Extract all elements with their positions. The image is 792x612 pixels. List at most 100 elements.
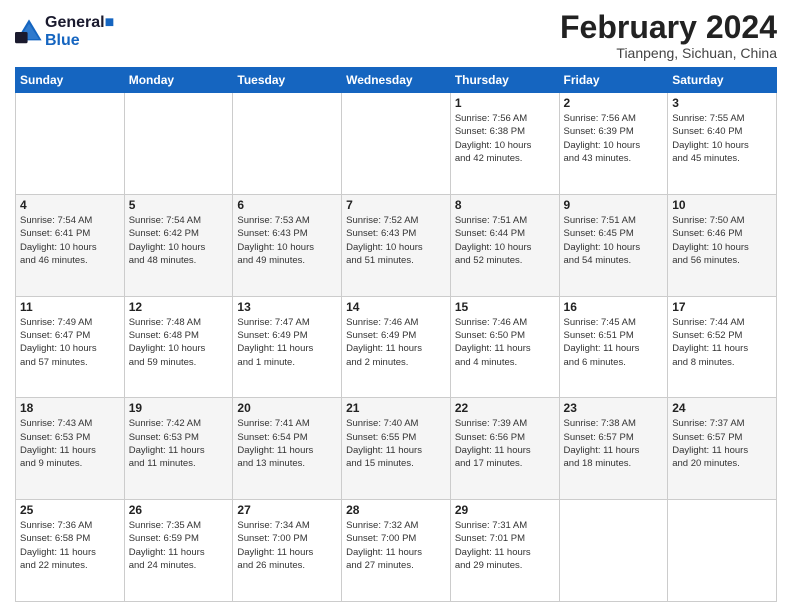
day-info: Sunrise: 7:54 AM Sunset: 6:41 PM Dayligh…: [20, 214, 120, 267]
calendar-day: 13 Sunrise: 7:47 AM Sunset: 6:49 PM Dayli…: [233, 296, 342, 398]
calendar-day: 1Sunrise: 7:56 AM Sunset: 6:38 PM Daylig…: [450, 93, 559, 195]
header-day-tuesday: Tuesday: [233, 68, 342, 93]
calendar-day: 29 Sunrise: 7:31 AM Sunset: 7:01 PM Dayli…: [450, 500, 559, 602]
calendar-day: 24 Sunrise: 7:37 AM Sunset: 6:57 PM Dayli…: [668, 398, 777, 500]
day-number: 24: [672, 401, 772, 415]
calendar-day: 9 Sunrise: 7:51 AM Sunset: 6:45 PM Daylig…: [559, 194, 668, 296]
calendar-page: General■ Blue February 2024 Tianpeng, Si…: [0, 0, 792, 612]
calendar-week-3: 11 Sunrise: 7:49 AM Sunset: 6:47 PM Dayli…: [16, 296, 777, 398]
calendar-day: 8 Sunrise: 7:51 AM Sunset: 6:44 PM Daylig…: [450, 194, 559, 296]
day-info: Sunrise: 7:49 AM Sunset: 6:47 PM Dayligh…: [20, 316, 120, 369]
calendar-week-1: 1Sunrise: 7:56 AM Sunset: 6:38 PM Daylig…: [16, 93, 777, 195]
day-info: Sunrise: 7:39 AM Sunset: 6:56 PM Dayligh…: [455, 417, 555, 470]
day-info: Sunrise: 7:37 AM Sunset: 6:57 PM Dayligh…: [672, 417, 772, 470]
calendar-day: [16, 93, 125, 195]
header-day-wednesday: Wednesday: [342, 68, 451, 93]
day-number: 11: [20, 300, 120, 314]
calendar-week-5: 25Sunrise: 7:36 AM Sunset: 6:58 PM Dayli…: [16, 500, 777, 602]
day-number: 23: [564, 401, 664, 415]
header-day-friday: Friday: [559, 68, 668, 93]
day-number: 7: [346, 198, 446, 212]
day-info: Sunrise: 7:54 AM Sunset: 6:42 PM Dayligh…: [129, 214, 229, 267]
header-day-saturday: Saturday: [668, 68, 777, 93]
day-number: 3: [672, 96, 772, 110]
day-number: 27: [237, 503, 337, 517]
day-info: Sunrise: 7:50 AM Sunset: 6:46 PM Dayligh…: [672, 214, 772, 267]
day-number: 12: [129, 300, 229, 314]
day-number: 10: [672, 198, 772, 212]
calendar-day: 20 Sunrise: 7:41 AM Sunset: 6:54 PM Dayli…: [233, 398, 342, 500]
day-info: Sunrise: 7:56 AM Sunset: 6:39 PM Dayligh…: [564, 112, 664, 165]
day-number: 1: [455, 96, 555, 110]
calendar-day: [342, 93, 451, 195]
day-info: Sunrise: 7:53 AM Sunset: 6:43 PM Dayligh…: [237, 214, 337, 267]
calendar-day: 21Sunrise: 7:40 AM Sunset: 6:55 PM Dayli…: [342, 398, 451, 500]
calendar-day: 26 Sunrise: 7:35 AM Sunset: 6:59 PM Dayli…: [124, 500, 233, 602]
day-number: 28: [346, 503, 446, 517]
logo: General■ Blue: [15, 14, 114, 50]
calendar-day: 23 Sunrise: 7:38 AM Sunset: 6:57 PM Dayli…: [559, 398, 668, 500]
calendar-header-row: SundayMondayTuesdayWednesdayThursdayFrid…: [16, 68, 777, 93]
calendar-day: 4 Sunrise: 7:54 AM Sunset: 6:41 PM Daylig…: [16, 194, 125, 296]
day-number: 2: [564, 96, 664, 110]
day-number: 18: [20, 401, 120, 415]
day-info: Sunrise: 7:35 AM Sunset: 6:59 PM Dayligh…: [129, 519, 229, 572]
location: Tianpeng, Sichuan, China: [560, 45, 777, 61]
calendar-day: [559, 500, 668, 602]
logo-text: General■ Blue: [45, 14, 114, 50]
day-number: 15: [455, 300, 555, 314]
day-number: 16: [564, 300, 664, 314]
day-info: Sunrise: 7:42 AM Sunset: 6:53 PM Dayligh…: [129, 417, 229, 470]
calendar-day: [124, 93, 233, 195]
day-number: 19: [129, 401, 229, 415]
calendar-week-2: 4 Sunrise: 7:54 AM Sunset: 6:41 PM Daylig…: [16, 194, 777, 296]
month-title: February 2024: [560, 10, 777, 45]
day-info: Sunrise: 7:52 AM Sunset: 6:43 PM Dayligh…: [346, 214, 446, 267]
day-info: Sunrise: 7:38 AM Sunset: 6:57 PM Dayligh…: [564, 417, 664, 470]
day-info: Sunrise: 7:55 AM Sunset: 6:40 PM Dayligh…: [672, 112, 772, 165]
day-number: 29: [455, 503, 555, 517]
day-number: 9: [564, 198, 664, 212]
day-info: Sunrise: 7:44 AM Sunset: 6:52 PM Dayligh…: [672, 316, 772, 369]
day-number: 20: [237, 401, 337, 415]
calendar-day: 14 Sunrise: 7:46 AM Sunset: 6:49 PM Dayli…: [342, 296, 451, 398]
calendar-day: 5 Sunrise: 7:54 AM Sunset: 6:42 PM Daylig…: [124, 194, 233, 296]
header-day-thursday: Thursday: [450, 68, 559, 93]
calendar-week-4: 18 Sunrise: 7:43 AM Sunset: 6:53 PM Dayli…: [16, 398, 777, 500]
day-number: 25: [20, 503, 120, 517]
calendar-day: 7 Sunrise: 7:52 AM Sunset: 6:43 PM Daylig…: [342, 194, 451, 296]
calendar-day: 3 Sunrise: 7:55 AM Sunset: 6:40 PM Daylig…: [668, 93, 777, 195]
day-info: Sunrise: 7:47 AM Sunset: 6:49 PM Dayligh…: [237, 316, 337, 369]
day-number: 5: [129, 198, 229, 212]
day-info: Sunrise: 7:46 AM Sunset: 6:49 PM Dayligh…: [346, 316, 446, 369]
day-number: 13: [237, 300, 337, 314]
day-number: 26: [129, 503, 229, 517]
day-info: Sunrise: 7:34 AM Sunset: 7:00 PM Dayligh…: [237, 519, 337, 572]
calendar-day: 17 Sunrise: 7:44 AM Sunset: 6:52 PM Dayli…: [668, 296, 777, 398]
day-info: Sunrise: 7:40 AM Sunset: 6:55 PM Dayligh…: [346, 417, 446, 470]
day-number: 4: [20, 198, 120, 212]
day-info: Sunrise: 7:46 AM Sunset: 6:50 PM Dayligh…: [455, 316, 555, 369]
day-info: Sunrise: 7:51 AM Sunset: 6:44 PM Dayligh…: [455, 214, 555, 267]
calendar-day: 6Sunrise: 7:53 AM Sunset: 6:43 PM Daylig…: [233, 194, 342, 296]
calendar-table: SundayMondayTuesdayWednesdayThursdayFrid…: [15, 67, 777, 602]
calendar-day: [233, 93, 342, 195]
calendar-day: 11 Sunrise: 7:49 AM Sunset: 6:47 PM Dayli…: [16, 296, 125, 398]
day-info: Sunrise: 7:45 AM Sunset: 6:51 PM Dayligh…: [564, 316, 664, 369]
calendar-day: 10 Sunrise: 7:50 AM Sunset: 6:46 PM Dayli…: [668, 194, 777, 296]
calendar-day: 28Sunrise: 7:32 AM Sunset: 7:00 PM Dayli…: [342, 500, 451, 602]
calendar-day: 22Sunrise: 7:39 AM Sunset: 6:56 PM Dayli…: [450, 398, 559, 500]
day-number: 8: [455, 198, 555, 212]
day-number: 17: [672, 300, 772, 314]
calendar-day: 19 Sunrise: 7:42 AM Sunset: 6:53 PM Dayli…: [124, 398, 233, 500]
day-number: 14: [346, 300, 446, 314]
calendar-day: 27 Sunrise: 7:34 AM Sunset: 7:00 PM Dayli…: [233, 500, 342, 602]
logo-icon: [15, 18, 43, 46]
calendar-body: 1Sunrise: 7:56 AM Sunset: 6:38 PM Daylig…: [16, 93, 777, 602]
day-info: Sunrise: 7:43 AM Sunset: 6:53 PM Dayligh…: [20, 417, 120, 470]
day-info: Sunrise: 7:48 AM Sunset: 6:48 PM Dayligh…: [129, 316, 229, 369]
day-info: Sunrise: 7:31 AM Sunset: 7:01 PM Dayligh…: [455, 519, 555, 572]
day-info: Sunrise: 7:51 AM Sunset: 6:45 PM Dayligh…: [564, 214, 664, 267]
calendar-day: 25Sunrise: 7:36 AM Sunset: 6:58 PM Dayli…: [16, 500, 125, 602]
day-info: Sunrise: 7:41 AM Sunset: 6:54 PM Dayligh…: [237, 417, 337, 470]
